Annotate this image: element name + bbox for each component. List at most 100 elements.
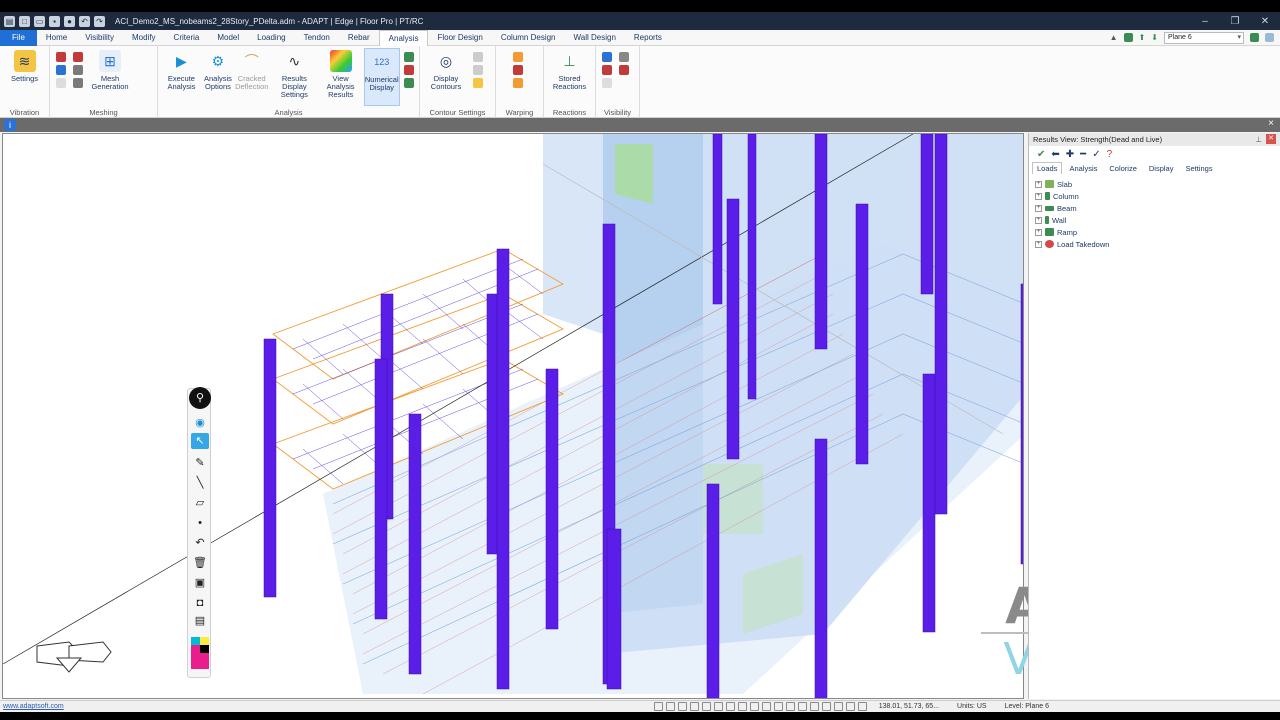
- tree-item-beam[interactable]: + Beam: [1035, 202, 1280, 214]
- tab-home[interactable]: Home: [37, 30, 76, 46]
- tab-column-design[interactable]: Column Design: [492, 30, 565, 46]
- panel-tab-display[interactable]: Display: [1144, 162, 1179, 174]
- snap-ortho-icon[interactable]: [713, 702, 723, 711]
- tab-rebar[interactable]: Rebar: [339, 30, 379, 46]
- tab-loading[interactable]: Loading: [248, 30, 294, 46]
- panel-tab-analysis[interactable]: Analysis: [1064, 162, 1102, 174]
- display-contours-button[interactable]: ◎ Display Contours: [424, 48, 468, 106]
- tab-file[interactable]: File: [0, 29, 37, 46]
- level-down-icon[interactable]: ⬇: [1151, 33, 1158, 42]
- website-link[interactable]: www.adaptsoft.com: [0, 703, 64, 710]
- tree-item-wall[interactable]: + Wall: [1035, 214, 1280, 226]
- line-tool-icon[interactable]: ╲: [191, 475, 209, 491]
- dot-icon[interactable]: •: [191, 515, 209, 531]
- back-arrow-icon[interactable]: ⬅: [1051, 149, 1059, 160]
- tree-item-load-takedown[interactable]: + Load Takedown: [1035, 238, 1280, 250]
- visibility-hide-icon[interactable]: [602, 65, 612, 75]
- open-file-icon[interactable]: ▭: [34, 15, 45, 27]
- select-arrow-icon[interactable]: ↖: [191, 433, 209, 449]
- visibility-power-icon[interactable]: [602, 52, 612, 62]
- tab-visibility[interactable]: Visibility: [76, 30, 123, 46]
- expand-icon[interactable]: +: [1035, 216, 1042, 224]
- snap-layer-icon[interactable]: [761, 702, 771, 711]
- snap-grid-icon[interactable]: [701, 702, 711, 711]
- eye-icon[interactable]: ◉: [191, 415, 209, 431]
- tree-item-column[interactable]: + Column: [1035, 190, 1280, 202]
- contour-wave-icon[interactable]: [473, 65, 483, 75]
- app-icon[interactable]: ▤: [4, 15, 15, 27]
- tab-floor-design[interactable]: Floor Design: [428, 30, 491, 46]
- snap-render-icon[interactable]: [845, 702, 855, 711]
- model-viewport[interactable]: ⚲ ◉ ↖ ✎ ╲ ▱ • ↶ 🗑 ▣ ◘ ▤: [2, 133, 1024, 699]
- snap-near-icon[interactable]: [749, 702, 759, 711]
- warp-reset-icon[interactable]: [513, 78, 523, 88]
- stored-reactions-button[interactable]: ⊥ Stored Reactions: [548, 48, 591, 106]
- tab-analysis[interactable]: Analysis: [378, 29, 429, 46]
- close-panel-icon[interactable]: ✕: [1266, 134, 1276, 144]
- level-up-icon[interactable]: ⬆: [1139, 33, 1146, 42]
- cracked-deflection-button[interactable]: ⌒ Cracked Deflection: [235, 48, 268, 106]
- mesh-check-icon[interactable]: [73, 65, 83, 75]
- restore-button[interactable]: ❐: [1220, 16, 1250, 27]
- mesh-clear-icon[interactable]: [56, 78, 66, 88]
- warp-down-icon[interactable]: [513, 65, 523, 75]
- pencil-icon[interactable]: ✎: [191, 455, 209, 471]
- mesh-tool-icon[interactable]: [56, 52, 66, 62]
- contour-dot-icon[interactable]: [473, 78, 483, 88]
- pin-icon[interactable]: ⚲: [189, 387, 211, 409]
- tab-model[interactable]: Model: [208, 30, 248, 46]
- tree-item-ramp[interactable]: + Ramp: [1035, 226, 1280, 238]
- results-display-settings-button[interactable]: ∿ Results Display Settings: [271, 48, 317, 106]
- mesh-generation-button[interactable]: ⊞ Mesh Generation: [88, 48, 132, 106]
- info-icon[interactable]: i: [4, 119, 16, 131]
- bar-chart-icon[interactable]: [403, 52, 414, 62]
- save-icon[interactable]: ▪: [49, 15, 60, 27]
- execute-analysis-button[interactable]: ▶ Execute Analysis: [162, 48, 201, 106]
- warp-up-icon[interactable]: [513, 52, 523, 62]
- plus-icon[interactable]: ✚: [1066, 149, 1074, 160]
- expand-icon[interactable]: +: [1035, 180, 1042, 188]
- mesh-grid-icon[interactable]: [73, 78, 83, 88]
- plane-icon[interactable]: [1250, 33, 1259, 42]
- help-icon[interactable]: ?: [1107, 149, 1113, 160]
- camera-icon[interactable]: ◘: [191, 595, 209, 611]
- close-button[interactable]: ✕: [1250, 16, 1280, 27]
- clipboard-icon[interactable]: ▤: [191, 613, 209, 629]
- units-indicator[interactable]: Units: US: [957, 703, 987, 710]
- panel-tab-colorize[interactable]: Colorize: [1104, 162, 1142, 174]
- snap-rotate-icon[interactable]: [821, 702, 831, 711]
- view-analysis-results-button[interactable]: View Analysis Results: [320, 48, 361, 106]
- color-palette-icon[interactable]: [191, 637, 209, 669]
- snap-pan-icon[interactable]: [809, 702, 819, 711]
- snap-perp-icon[interactable]: [665, 702, 675, 711]
- plane-dropdown[interactable]: Plane 6: [1164, 31, 1244, 44]
- tab-tendon[interactable]: Tendon: [295, 30, 339, 46]
- bar-chart-3-icon[interactable]: [403, 78, 414, 88]
- expand-icon[interactable]: +: [1035, 192, 1042, 200]
- mesh-node-icon[interactable]: [56, 65, 66, 75]
- tab-criteria[interactable]: Criteria: [165, 30, 209, 46]
- vibration-settings-button[interactable]: ≋ Settings: [4, 48, 45, 106]
- bar-chart-2-icon[interactable]: [403, 65, 414, 75]
- level-indicator[interactable]: Level: Plane 6: [1005, 703, 1049, 710]
- eraser-icon[interactable]: ▱: [191, 495, 209, 511]
- expand-icon[interactable]: +: [1035, 204, 1042, 212]
- pin-panel-icon[interactable]: ⊥: [1255, 133, 1262, 146]
- tab-wall-design[interactable]: Wall Design: [565, 30, 625, 46]
- redo-icon[interactable]: ↷: [94, 15, 105, 27]
- record-icon[interactable]: ●: [64, 15, 75, 27]
- building-icon[interactable]: [1123, 33, 1133, 42]
- tree-item-slab[interactable]: + Slab: [1035, 178, 1280, 190]
- panel-tab-loads[interactable]: Loads: [1032, 162, 1063, 174]
- up-arrow-icon[interactable]: ▲: [1110, 33, 1118, 42]
- new-file-icon[interactable]: □: [19, 15, 30, 27]
- expand-icon[interactable]: +: [1035, 228, 1042, 236]
- visibility-cross-icon[interactable]: [619, 52, 629, 62]
- screen-capture-icon[interactable]: ▣: [191, 575, 209, 591]
- snap-mid-icon[interactable]: [737, 702, 747, 711]
- check-all-icon[interactable]: ✓: [1092, 149, 1100, 160]
- contour-line-icon[interactable]: [473, 52, 483, 62]
- snap-end-icon[interactable]: [725, 702, 735, 711]
- check-icon[interactable]: ✔: [1037, 149, 1045, 160]
- minus-icon[interactable]: ━: [1080, 149, 1086, 160]
